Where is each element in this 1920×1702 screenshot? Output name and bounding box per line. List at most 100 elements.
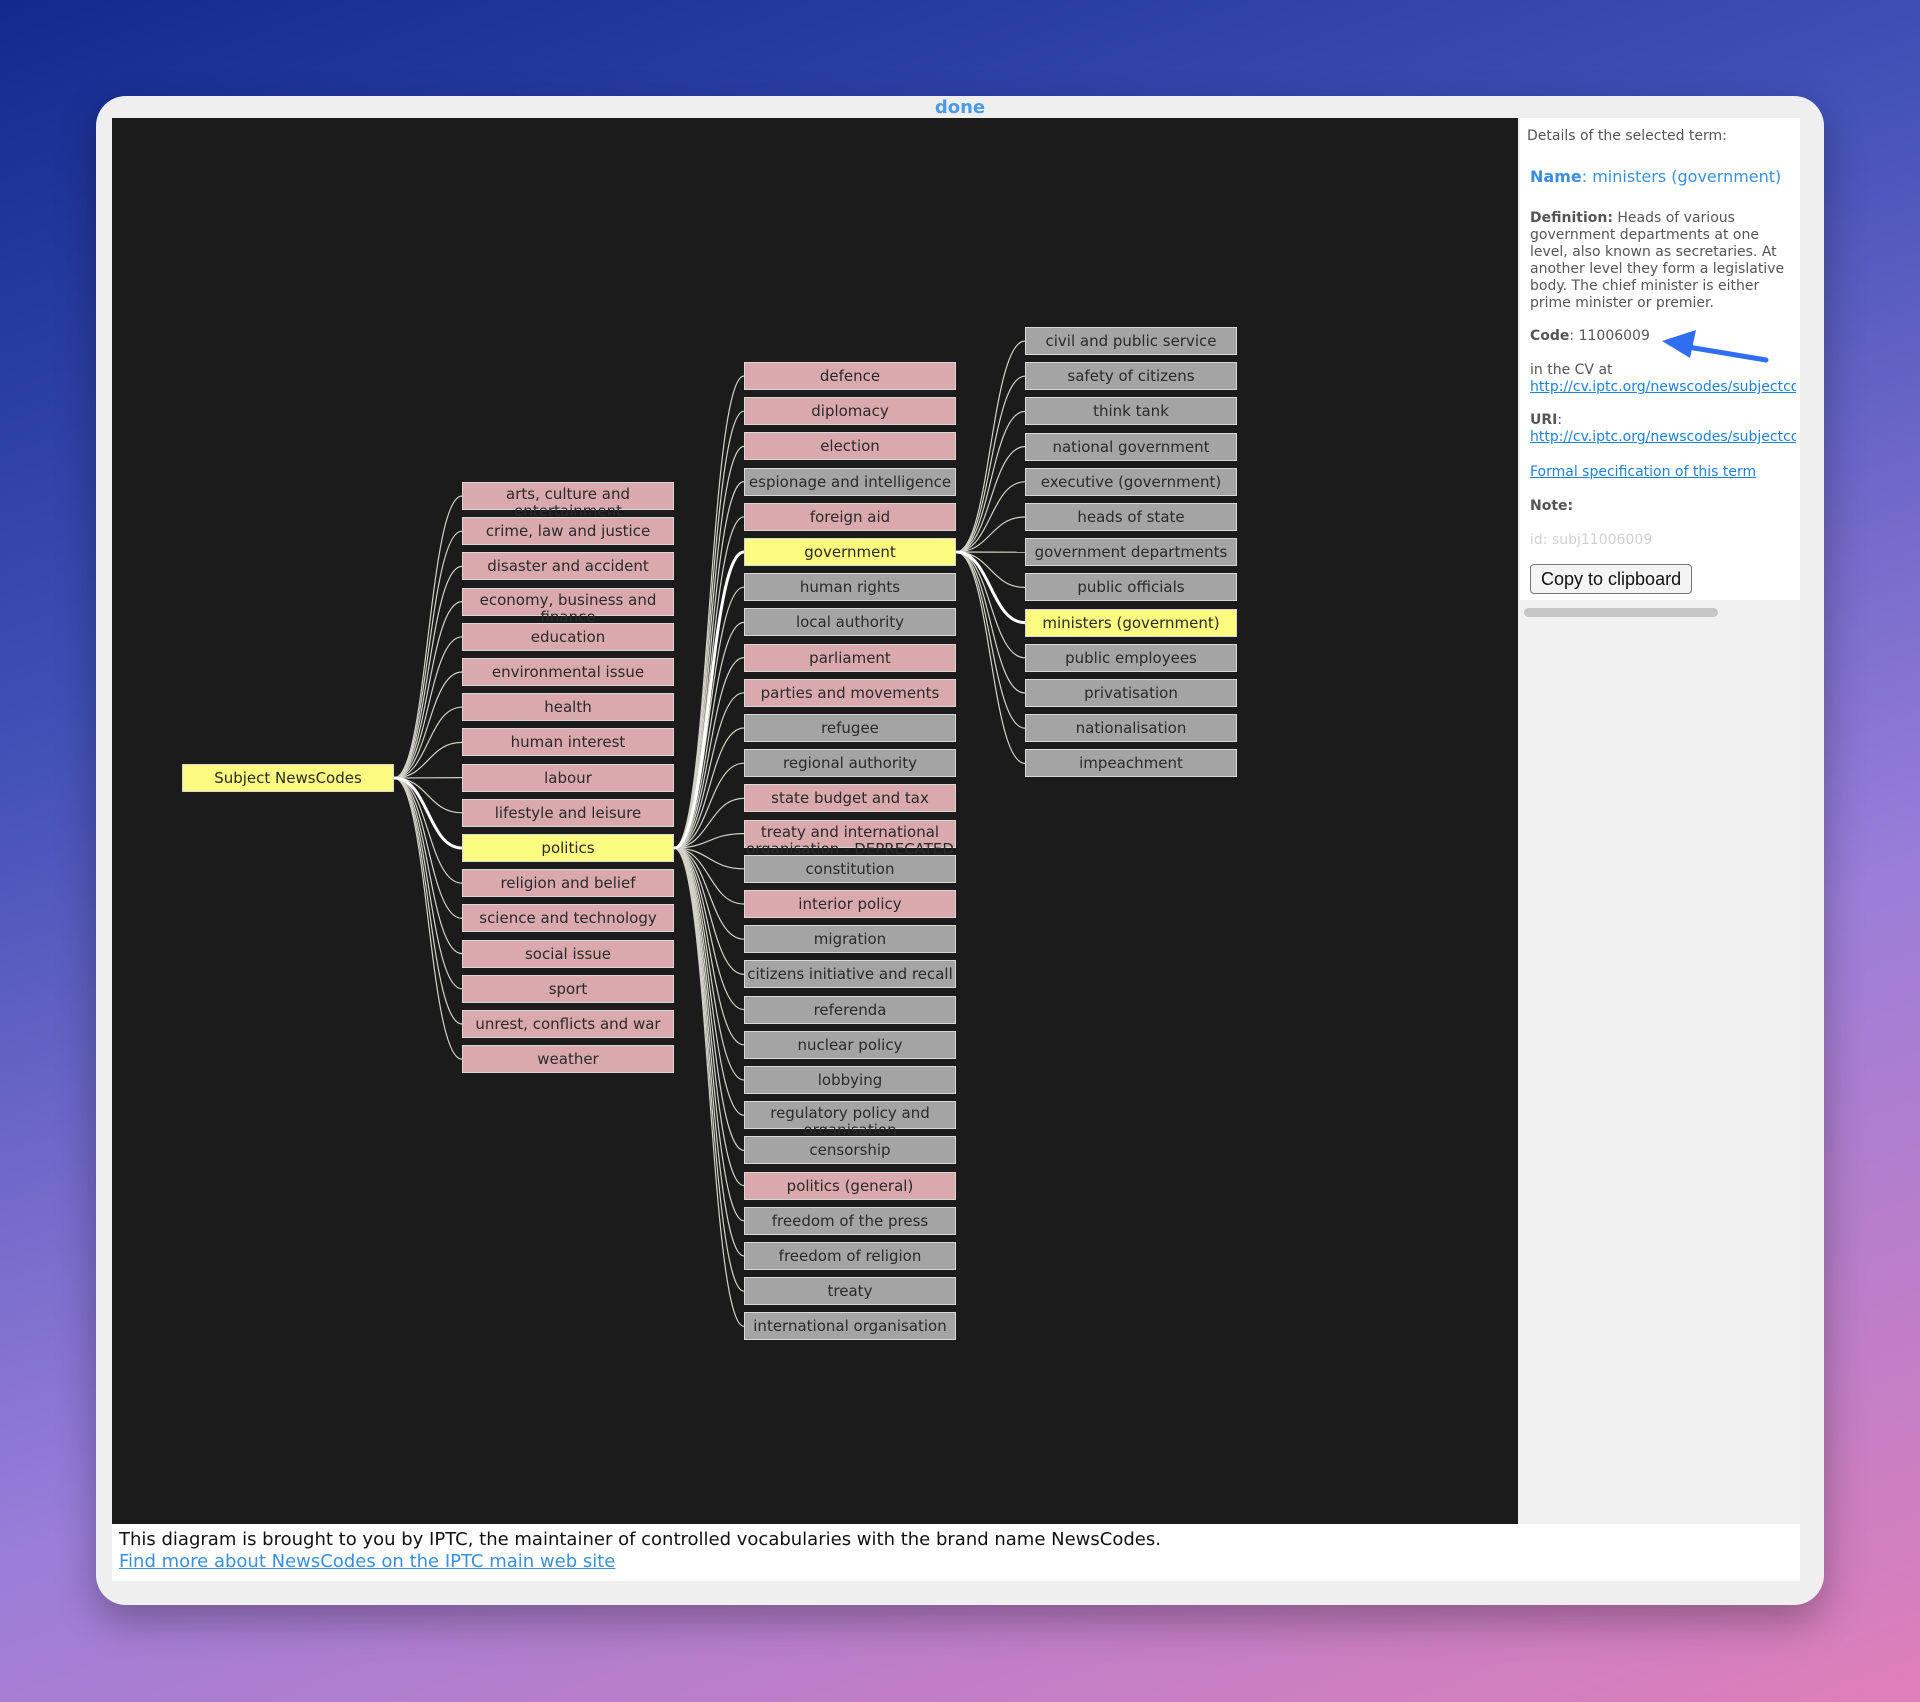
tree-link <box>393 777 463 1060</box>
tree-link <box>955 551 1026 764</box>
tree-link <box>673 847 745 1222</box>
tree-link <box>955 551 1026 729</box>
tree-node[interactable]: state budget and tax <box>744 784 956 813</box>
tree-node[interactable]: citizens initiative and recall <box>744 960 956 989</box>
tree-node[interactable]: censorship <box>744 1136 956 1165</box>
tree-node[interactable]: human rights <box>744 573 956 602</box>
tree-node[interactable]: public employees <box>1025 643 1237 672</box>
tree-link <box>393 601 463 779</box>
tree-node[interactable]: government <box>744 538 956 566</box>
tree-link <box>393 530 463 779</box>
tree-link <box>393 777 463 955</box>
id-row: id: subj11006009 <box>1530 532 1653 548</box>
tree-node[interactable]: refugee <box>744 714 956 742</box>
tree-node[interactable]: labour <box>462 763 674 792</box>
definition-row: Definition: Heads of various government … <box>1530 210 1796 312</box>
tree-node[interactable]: think tank <box>1025 397 1237 426</box>
tree-link <box>673 375 745 849</box>
app-window: done Subject NewsCodes arts, culture and … <box>96 96 1824 1605</box>
status-text: done <box>934 97 986 118</box>
tree-node[interactable]: science and technology <box>462 904 674 933</box>
tree-node[interactable]: freedom of religion <box>744 1242 956 1270</box>
tree-node[interactable]: interior policy <box>744 890 956 918</box>
tree-node[interactable]: environmental issue <box>462 658 674 686</box>
tree-node[interactable]: treaty <box>744 1277 956 1306</box>
tree-link <box>955 551 1026 694</box>
tree-node[interactable]: sport <box>462 974 674 1003</box>
tree-link <box>673 516 745 849</box>
tree-node[interactable]: religion and belief <box>462 869 674 898</box>
tree-node[interactable]: civil and public service <box>1025 327 1237 355</box>
tree-node[interactable]: crime, law and justice <box>462 517 674 546</box>
tree-node[interactable]: disaster and accident <box>462 552 674 581</box>
tree-node[interactable]: election <box>744 432 956 461</box>
tree-node[interactable]: international organisation <box>744 1312 956 1341</box>
tree-node[interactable]: Subject NewsCodes <box>182 764 394 792</box>
tree-node[interactable]: weather <box>462 1045 674 1074</box>
details-heading: Details of the selected term: <box>1527 128 1727 144</box>
copy-to-clipboard-button[interactable]: Copy to clipboard <box>1530 564 1693 594</box>
uri-row: URI: http://cv.iptc.org/newscodes/subjec… <box>1530 412 1796 446</box>
tree-node[interactable]: heads of state <box>1025 503 1237 531</box>
tree-link <box>955 550 1026 625</box>
tree-node[interactable]: unrest, conflicts and war <box>462 1010 674 1038</box>
tree-node[interactable]: education <box>462 622 674 651</box>
tree-node[interactable]: lifestyle and leisure <box>462 798 674 827</box>
tree-node[interactable]: parties and movements <box>744 678 956 707</box>
name-label: Name <box>1530 167 1582 186</box>
tree-node[interactable]: diplomacy <box>744 397 956 426</box>
horizontal-scrollbar[interactable] <box>1524 608 1718 617</box>
footer-text: This diagram is brought to you by IPTC, … <box>119 1529 1161 1550</box>
tree-node[interactable]: safety of citizens <box>1025 362 1237 391</box>
tree-node[interactable]: nuclear policy <box>744 1030 956 1059</box>
arrow-annotation-icon <box>1662 330 1769 363</box>
tree-node[interactable]: defence <box>744 362 956 390</box>
tree-node[interactable]: parliament <box>744 643 956 672</box>
tree-node[interactable]: government departments <box>1025 538 1237 567</box>
cv-link[interactable]: http://cv.iptc.org/newscodes/subjectcode… <box>1530 379 1796 396</box>
tree-node[interactable]: migration <box>744 925 956 954</box>
tree-node[interactable]: treaty and international organisation - … <box>744 819 956 857</box>
spec-row: Formal specification of this term <box>1530 464 1796 481</box>
tree-node[interactable]: arts, culture and entertainment <box>462 482 674 520</box>
tree-node[interactable]: executive (government) <box>1025 467 1237 496</box>
definition-label: Definition: <box>1530 210 1613 226</box>
tree-link <box>673 847 745 1292</box>
spec-link[interactable]: Formal specification of this term <box>1530 464 1796 481</box>
cv-label: in the CV at <box>1530 362 1613 378</box>
footer-link[interactable]: Find more about NewsCodes on the IPTC ma… <box>119 1551 1800 1573</box>
tree-node[interactable]: freedom of the press <box>744 1206 956 1235</box>
tree-node[interactable]: social issue <box>462 939 674 968</box>
uri-link[interactable]: http://cv.iptc.org/newscodes/subjectcode… <box>1530 429 1796 446</box>
tree-link <box>673 847 745 975</box>
tree-node[interactable]: health <box>462 693 674 722</box>
tree-node[interactable]: constitution <box>744 854 956 883</box>
tree-node[interactable]: politics (general) <box>744 1171 956 1200</box>
tree-link <box>673 847 745 1187</box>
tree-link <box>673 621 745 849</box>
tree-node[interactable]: foreign aid <box>744 502 956 531</box>
tree-node[interactable]: lobbying <box>744 1066 956 1094</box>
tree-node[interactable]: referenda <box>744 995 956 1024</box>
tree-node[interactable]: impeachment <box>1025 749 1237 778</box>
term-name-row: Name: ministers (government) <box>1530 167 1782 186</box>
tree-node[interactable]: local authority <box>744 608 956 637</box>
tree-node[interactable]: espionage and intelligence <box>744 467 956 496</box>
tree-node[interactable]: regulatory policy and organisation <box>744 1101 956 1139</box>
tree-link <box>955 481 1026 553</box>
tree-node[interactable]: privatisation <box>1025 679 1237 707</box>
tree-node[interactable]: national government <box>1025 432 1237 461</box>
tree-node[interactable]: regional authority <box>744 749 956 778</box>
tree-diagram[interactable]: Subject NewsCodes arts, culture and enter… <box>112 118 1518 1524</box>
tree-node[interactable]: public officials <box>1025 573 1237 602</box>
tree-node[interactable]: economy, business and finance <box>462 587 674 625</box>
uri-label: URI <box>1530 412 1558 428</box>
tree-node[interactable]: human interest <box>462 728 674 757</box>
tree-node[interactable]: nationalisation <box>1025 714 1237 743</box>
tree-node[interactable]: politics <box>462 834 674 862</box>
code-value: 11006009 <box>1578 328 1650 344</box>
tree-link <box>955 375 1026 553</box>
tree-node[interactable]: ministers (government) <box>1025 608 1237 637</box>
cv-row: in the CV at http://cv.iptc.org/newscode… <box>1530 362 1796 396</box>
term-name: ministers (government) <box>1592 167 1782 186</box>
